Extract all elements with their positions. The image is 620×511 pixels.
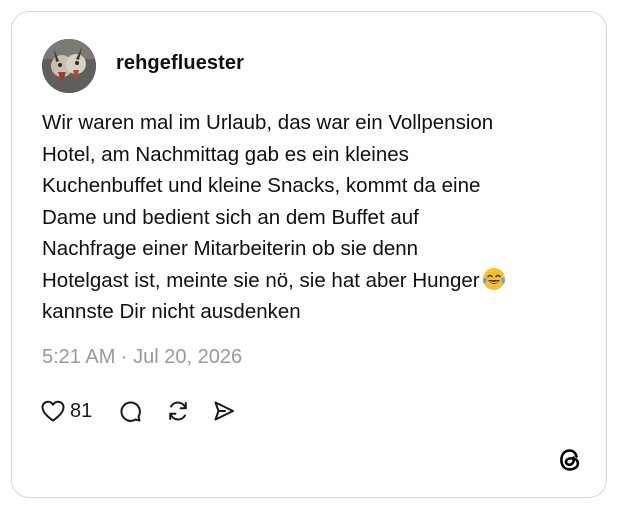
reply-button[interactable] [118, 399, 142, 423]
comment-icon [120, 401, 142, 422]
action-bar: 81 [40, 396, 236, 426]
face-with-tears-of-joy-icon [482, 267, 505, 290]
heart-icon [41, 400, 65, 422]
like-count: 81 [70, 399, 93, 422]
post-card: rehgefluester Wir waren mal im Urlaub, d… [11, 11, 607, 498]
threads-logo-icon[interactable] [557, 447, 583, 473]
repost-button[interactable] [166, 399, 190, 423]
repost-icon [169, 401, 188, 421]
post-text: Wir waren mal im Urlaub, das war ein Vol… [42, 107, 587, 328]
send-icon [214, 401, 235, 421]
post-body-end: kannste Dir nicht ausdenken [42, 300, 301, 323]
avatar-image [42, 39, 96, 93]
timestamp[interactable]: 5:21 AM · Jul 20, 2026 [42, 346, 242, 369]
share-button[interactable] [212, 399, 236, 423]
username[interactable]: rehgefluester [116, 52, 244, 75]
avatar[interactable] [42, 39, 96, 93]
post-body: Wir waren mal im Urlaub, das war ein Vol… [42, 111, 494, 292]
like-button[interactable]: 81 [40, 399, 92, 423]
